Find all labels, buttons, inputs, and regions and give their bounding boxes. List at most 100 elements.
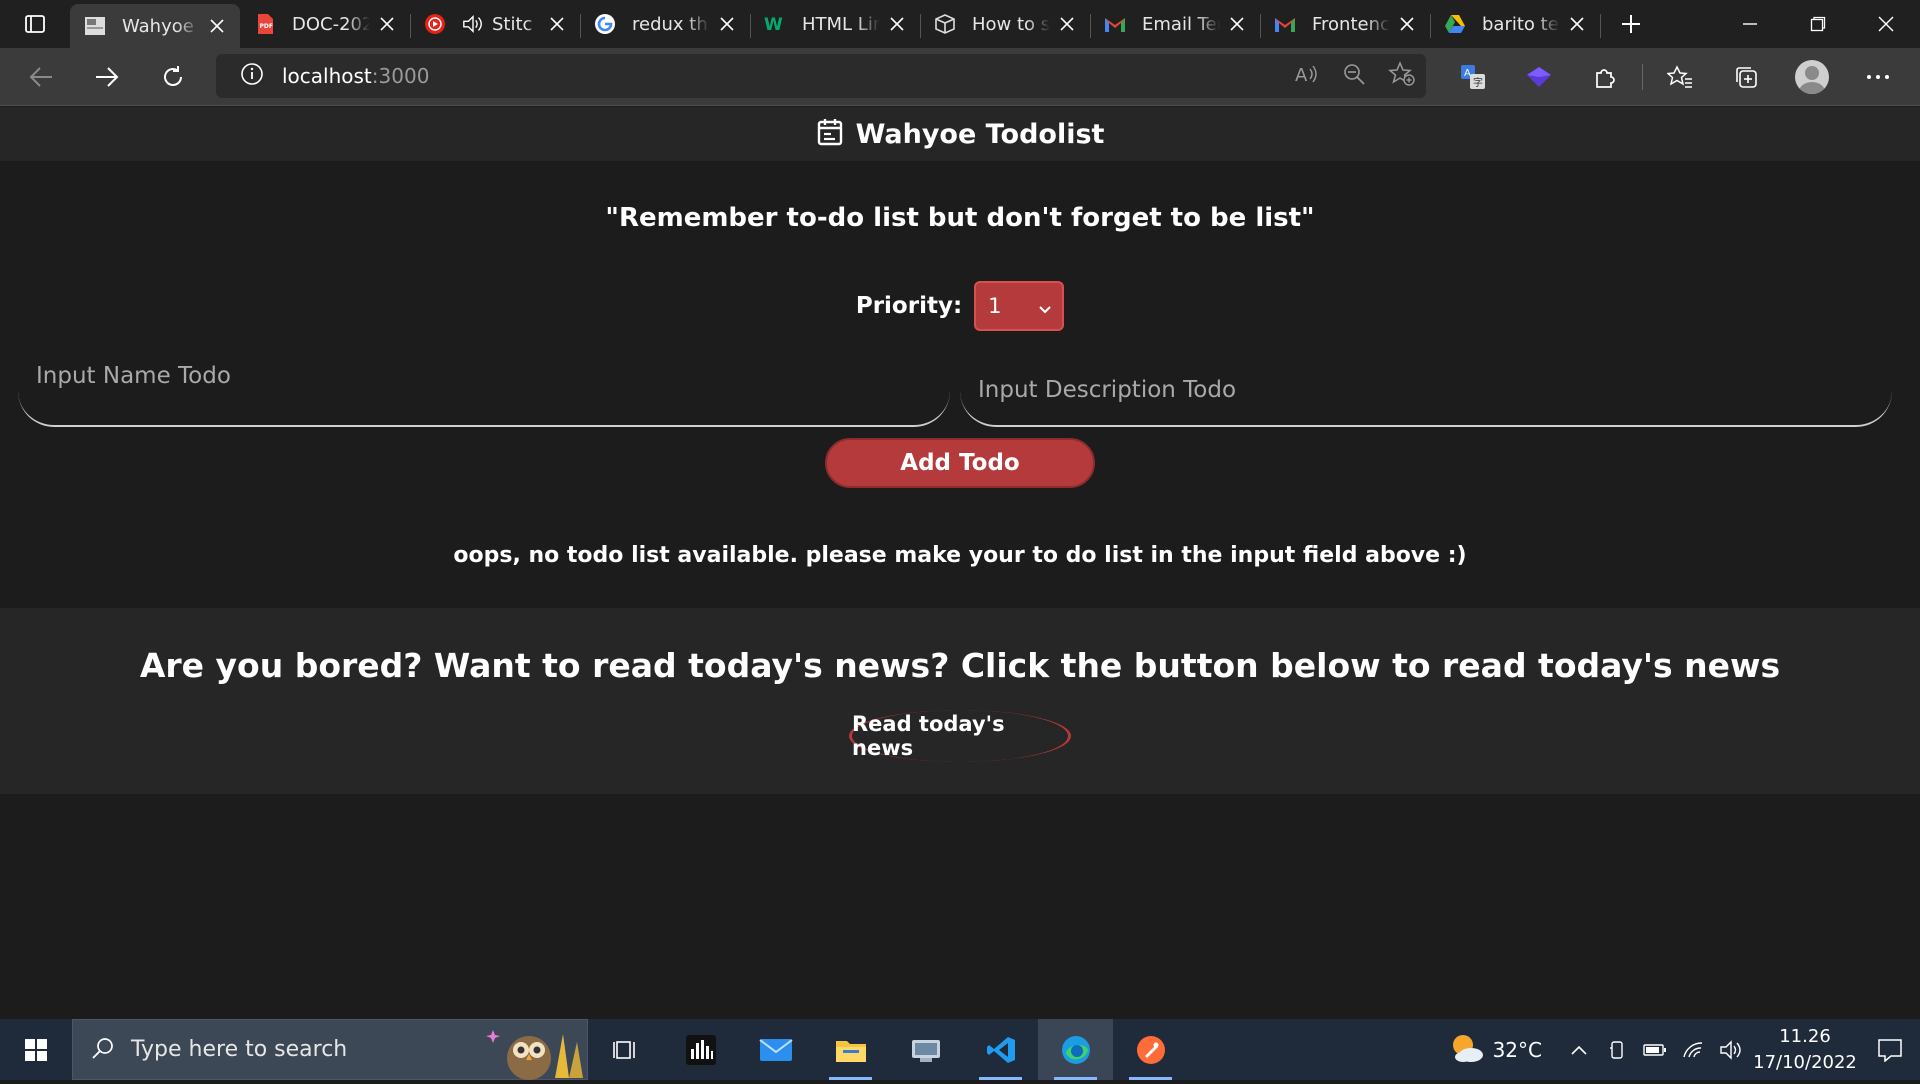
- pdf-icon: PDF: [254, 13, 276, 35]
- close-tab-icon[interactable]: [1396, 13, 1418, 35]
- edge-icon[interactable]: [1038, 1019, 1113, 1080]
- gmail-icon: [1104, 13, 1126, 35]
- collections-icon[interactable]: [1713, 48, 1779, 106]
- battery-icon[interactable]: [1636, 1019, 1674, 1080]
- web-page: Wahyoe Todolist "Remember to-do list but…: [0, 107, 1920, 1019]
- close-tab-icon[interactable]: [1226, 13, 1248, 35]
- file-explorer-icon[interactable]: [813, 1019, 888, 1080]
- close-tab-icon[interactable]: [886, 13, 908, 35]
- chevron-up-icon[interactable]: [1560, 1019, 1598, 1080]
- back-button[interactable]: [8, 48, 74, 106]
- url-port: :3000: [371, 64, 430, 88]
- news-section: Are you bored? Want to read today's news…: [0, 608, 1920, 794]
- add-todo-button[interactable]: Add Todo: [825, 438, 1095, 488]
- zoom-out-icon[interactable]: [1342, 62, 1366, 90]
- priority-value: 1: [988, 294, 1002, 318]
- vscode-icon[interactable]: [963, 1019, 1038, 1080]
- browser-tab[interactable]: Email Ter: [1090, 4, 1261, 44]
- todo-description-input[interactable]: Input Description Todo: [960, 347, 1892, 427]
- taskbar-search-box[interactable]: Type here to search: [72, 1019, 588, 1080]
- restore-button[interactable]: [1784, 0, 1852, 48]
- box-icon: [934, 13, 956, 35]
- weather-icon[interactable]: [1449, 1031, 1485, 1069]
- browser-tab[interactable]: redux th: [580, 4, 751, 44]
- weather-temperature[interactable]: 32°C: [1493, 1038, 1542, 1062]
- tab-title: Wahyoe: [122, 15, 194, 37]
- system-tray: 32°C 11.26 17/10/2022: [1449, 1019, 1920, 1080]
- forward-button[interactable]: [74, 48, 140, 106]
- browser-tab[interactable]: How to s: [920, 4, 1091, 44]
- speaker-icon[interactable]: [462, 13, 484, 35]
- todo-name-input[interactable]: Input Name Todo: [18, 347, 950, 427]
- browser-tab[interactable]: barito te: [1430, 4, 1601, 44]
- translate-icon[interactable]: A字: [1440, 48, 1506, 106]
- google-drive-icon: [1444, 13, 1466, 35]
- empty-list-message: oops, no todo list available. please mak…: [453, 543, 1467, 568]
- chevron-down-icon: [1038, 298, 1052, 322]
- close-tab-icon[interactable]: [546, 13, 568, 35]
- todo-inputs: Input Name Todo Input Description Todo: [18, 347, 1894, 427]
- browser-tab[interactable]: Frontenc: [1260, 4, 1431, 44]
- notification-center-icon[interactable]: [1860, 1019, 1920, 1080]
- device-icon[interactable]: [1598, 1019, 1636, 1080]
- minimize-button[interactable]: [1716, 0, 1784, 48]
- w3schools-icon: W: [764, 13, 786, 35]
- refresh-button[interactable]: [140, 48, 206, 106]
- browser-tab[interactable]: Stitc: [410, 4, 581, 44]
- priority-row: Priority: 1: [0, 281, 1920, 331]
- tab-title: barito te: [1482, 13, 1559, 35]
- close-tab-icon[interactable]: [206, 15, 228, 37]
- youtube-icon: [424, 13, 446, 35]
- favorites-icon[interactable]: [1647, 48, 1713, 106]
- browser-tab[interactable]: PDF DOC-202: [240, 4, 411, 44]
- mail-icon[interactable]: [738, 1019, 813, 1080]
- search-highlight-owl-icon: [477, 1020, 587, 1080]
- url-host: localhost: [282, 64, 372, 88]
- close-tab-icon[interactable]: [1566, 13, 1588, 35]
- google-icon: [594, 13, 616, 35]
- priority-label: Priority:: [855, 293, 963, 319]
- todo-description-placeholder: Input Description Todo: [978, 377, 1237, 403]
- page-favicon: [84, 15, 106, 37]
- gmail-icon: [1274, 13, 1296, 35]
- close-tab-icon[interactable]: [376, 13, 398, 35]
- settings-more-icon[interactable]: [1845, 48, 1911, 106]
- tab-title: Frontenc: [1312, 13, 1390, 35]
- browser-tab[interactable]: Wahyoe: [70, 4, 240, 48]
- read-news-button[interactable]: Read today's news: [849, 710, 1071, 762]
- tab-actions-icon[interactable]: [0, 0, 70, 48]
- taskbar-search-placeholder: Type here to search: [131, 1037, 348, 1062]
- priority-select[interactable]: 1: [974, 281, 1065, 331]
- extensions-icon[interactable]: [1572, 48, 1638, 106]
- close-tab-icon[interactable]: [716, 13, 738, 35]
- site-info-icon[interactable]: [240, 62, 264, 90]
- windows-taskbar: Type here to search 32°C 11.26 17/10/202…: [0, 1019, 1920, 1080]
- system-app-icon[interactable]: [888, 1019, 963, 1080]
- volume-icon[interactable]: [1712, 1019, 1750, 1080]
- profile-avatar[interactable]: [1779, 48, 1845, 106]
- svg-text:A: A: [1295, 65, 1308, 85]
- svg-text:字: 字: [1473, 76, 1483, 89]
- todo-name-placeholder: Input Name Todo: [36, 363, 231, 389]
- close-window-button[interactable]: [1852, 0, 1920, 48]
- svg-text:A: A: [1464, 68, 1471, 79]
- tab-title: How to s: [972, 13, 1050, 35]
- taskbar-clock[interactable]: 11.26 17/10/2022: [1750, 1024, 1860, 1076]
- search-icon: [91, 1036, 115, 1064]
- tab-title: DOC-202: [292, 13, 370, 35]
- windows-start-button[interactable]: [0, 1019, 72, 1080]
- address-bar[interactable]: localhost:3000 A: [216, 54, 1426, 98]
- audio-app-icon[interactable]: [663, 1019, 738, 1080]
- close-tab-icon[interactable]: [1056, 13, 1078, 35]
- postman-icon[interactable]: [1113, 1019, 1188, 1080]
- tagline-quote: "Remember to-do list but don't forget to…: [605, 203, 1315, 233]
- task-view-icon[interactable]: [588, 1019, 663, 1080]
- browser-tab[interactable]: W HTML Lir: [750, 4, 921, 44]
- read-aloud-icon[interactable]: A: [1294, 63, 1320, 89]
- extension-gem-icon[interactable]: [1506, 48, 1572, 106]
- add-favorite-icon[interactable]: [1388, 61, 1416, 91]
- browser-tab-strip: Wahyoe PDF DOC-202 Stitc redux th W HTML Lir Ho…: [0, 0, 1920, 48]
- svg-text:PDF: PDF: [260, 23, 273, 30]
- wifi-icon[interactable]: [1674, 1019, 1712, 1080]
- new-tab-button[interactable]: [1608, 1, 1654, 47]
